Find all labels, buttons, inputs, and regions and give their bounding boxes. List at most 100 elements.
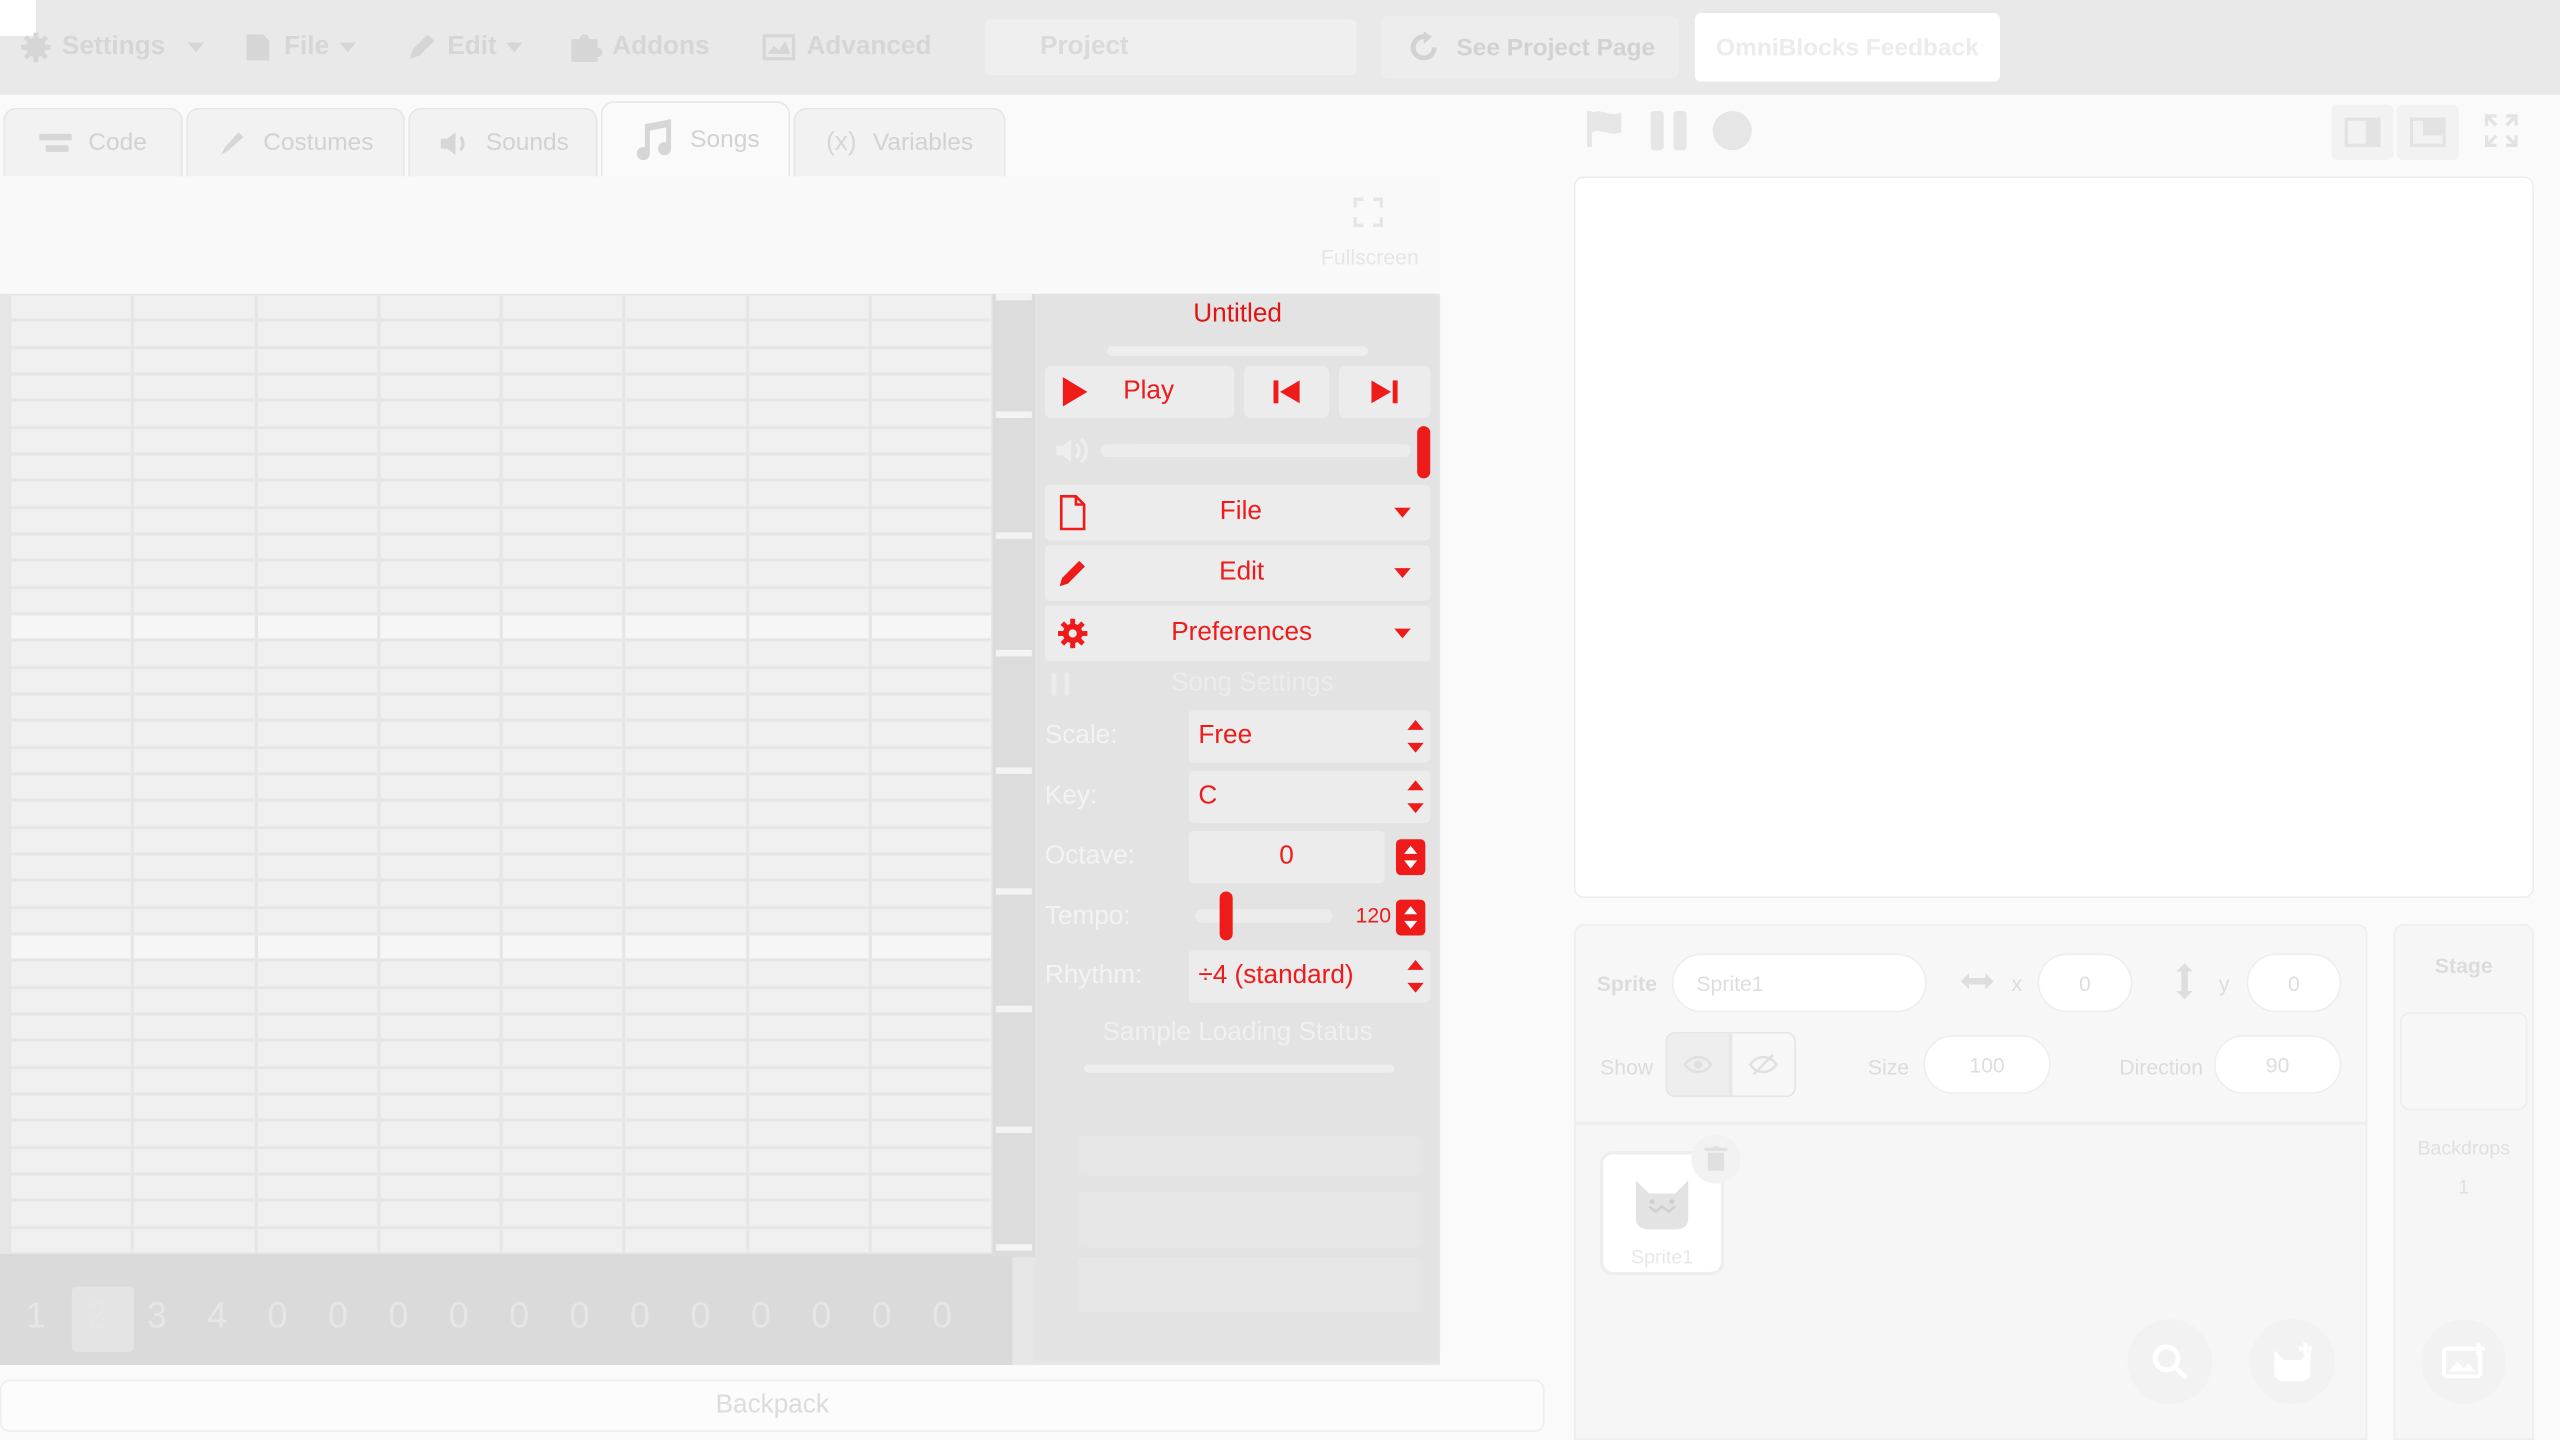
note-cell[interactable] <box>625 775 746 799</box>
note-cell[interactable] <box>380 1148 500 1173</box>
note-cell[interactable] <box>257 695 377 719</box>
stage-canvas[interactable] <box>1573 176 2534 898</box>
note-cell[interactable] <box>134 1015 254 1039</box>
song-title[interactable]: Untitled <box>1045 300 1430 329</box>
note-cell[interactable] <box>625 1122 746 1146</box>
note-cell[interactable] <box>871 935 992 959</box>
note-cell[interactable] <box>871 882 992 906</box>
fullscreen-button[interactable] <box>1349 193 1388 240</box>
note-cell[interactable] <box>748 642 869 666</box>
note-cell[interactable] <box>257 508 377 533</box>
note-cell[interactable] <box>502 828 623 853</box>
note-cell[interactable] <box>257 428 377 453</box>
note-cell[interactable] <box>871 695 992 719</box>
note-cell[interactable] <box>748 322 869 346</box>
note-cell[interactable] <box>134 508 254 533</box>
note-cell[interactable] <box>380 802 500 826</box>
note-cell[interactable] <box>11 508 132 533</box>
note-cell[interactable] <box>380 322 500 346</box>
note-cell[interactable] <box>502 615 623 639</box>
note-cell[interactable] <box>11 375 132 399</box>
note-cell[interactable] <box>748 402 869 426</box>
note-cell[interactable] <box>257 962 377 986</box>
note-cell[interactable] <box>625 988 746 1013</box>
note-cell[interactable] <box>134 802 254 826</box>
note-cell[interactable] <box>380 508 500 533</box>
note-cell[interactable] <box>380 428 500 453</box>
note-cell[interactable] <box>134 642 254 666</box>
hide-sprite-button[interactable] <box>1730 1031 1796 1098</box>
note-cell[interactable] <box>11 615 132 639</box>
note-cell[interactable] <box>748 295 869 319</box>
note-cell[interactable] <box>380 588 500 613</box>
note-cell[interactable] <box>502 1015 623 1039</box>
note-cell[interactable] <box>625 295 746 319</box>
note-cell[interactable] <box>380 668 500 693</box>
note-cell[interactable] <box>871 482 992 506</box>
note-cell[interactable] <box>134 748 254 773</box>
note-cell[interactable] <box>502 802 623 826</box>
note-cell[interactable] <box>625 668 746 693</box>
note-cell[interactable] <box>625 588 746 613</box>
note-cell[interactable] <box>502 295 623 319</box>
note-cell[interactable] <box>871 508 992 533</box>
note-cell[interactable] <box>748 988 869 1013</box>
note-cell[interactable] <box>748 722 869 746</box>
note-cell[interactable] <box>134 1042 254 1066</box>
tab-songs[interactable]: Songs <box>600 101 791 177</box>
skip-forward-button[interactable] <box>1338 365 1431 418</box>
volume-slider-handle[interactable] <box>1417 426 1431 479</box>
note-cell[interactable] <box>502 1068 623 1093</box>
note-cell[interactable] <box>134 962 254 986</box>
note-cell[interactable] <box>625 1148 746 1173</box>
note-cell[interactable] <box>871 855 992 879</box>
note-cell[interactable] <box>625 455 746 479</box>
note-cell[interactable] <box>380 482 500 506</box>
note-cell[interactable] <box>380 375 500 399</box>
note-cell[interactable] <box>502 428 623 453</box>
backpack[interactable]: Backpack <box>0 1379 1545 1432</box>
note-cell[interactable] <box>625 908 746 933</box>
note-cell[interactable] <box>257 1042 377 1066</box>
stop-button[interactable] <box>1711 109 1753 160</box>
note-cell[interactable] <box>871 775 992 799</box>
direction-input[interactable]: 90 <box>2213 1035 2342 1094</box>
note-cell[interactable] <box>871 402 992 426</box>
song-settings-header[interactable]: Song Settings <box>1045 663 1430 705</box>
note-cell[interactable] <box>871 962 992 986</box>
note-cell[interactable] <box>871 722 992 746</box>
note-cell[interactable] <box>11 428 132 453</box>
note-cell[interactable] <box>502 482 623 506</box>
note-cell[interactable] <box>748 348 869 373</box>
note-cell[interactable] <box>502 455 623 479</box>
note-cell[interactable] <box>871 1122 992 1146</box>
note-cell[interactable] <box>502 908 623 933</box>
note-cell[interactable] <box>871 1042 992 1066</box>
note-cell[interactable] <box>257 1202 377 1226</box>
note-cell[interactable] <box>625 1015 746 1039</box>
size-input[interactable]: 100 <box>1923 1035 2051 1094</box>
note-cell[interactable] <box>748 935 869 959</box>
choose-sprite-button[interactable] <box>2249 1319 2335 1405</box>
note-cell[interactable] <box>748 748 869 773</box>
note-cell[interactable] <box>134 935 254 959</box>
x-input[interactable]: 0 <box>2037 953 2133 1013</box>
play-button[interactable]: Play <box>1044 365 1235 418</box>
tab-sounds[interactable]: Sounds <box>408 107 598 177</box>
note-cell[interactable] <box>11 1175 132 1199</box>
note-cell[interactable] <box>502 935 623 959</box>
note-cell[interactable] <box>871 642 992 666</box>
note-cell[interactable] <box>625 855 746 879</box>
note-cell[interactable] <box>134 1122 254 1146</box>
note-cell[interactable] <box>257 348 377 373</box>
green-flag-button[interactable] <box>1584 108 1626 159</box>
note-cell[interactable] <box>134 1202 254 1226</box>
note-cell[interactable] <box>748 775 869 799</box>
note-cell[interactable] <box>134 428 254 453</box>
note-cell[interactable] <box>11 722 132 746</box>
skip-back-button[interactable] <box>1244 365 1330 418</box>
note-cell[interactable] <box>871 375 992 399</box>
note-cell[interactable] <box>625 1042 746 1066</box>
note-cell[interactable] <box>748 455 869 479</box>
note-cell[interactable] <box>748 908 869 933</box>
